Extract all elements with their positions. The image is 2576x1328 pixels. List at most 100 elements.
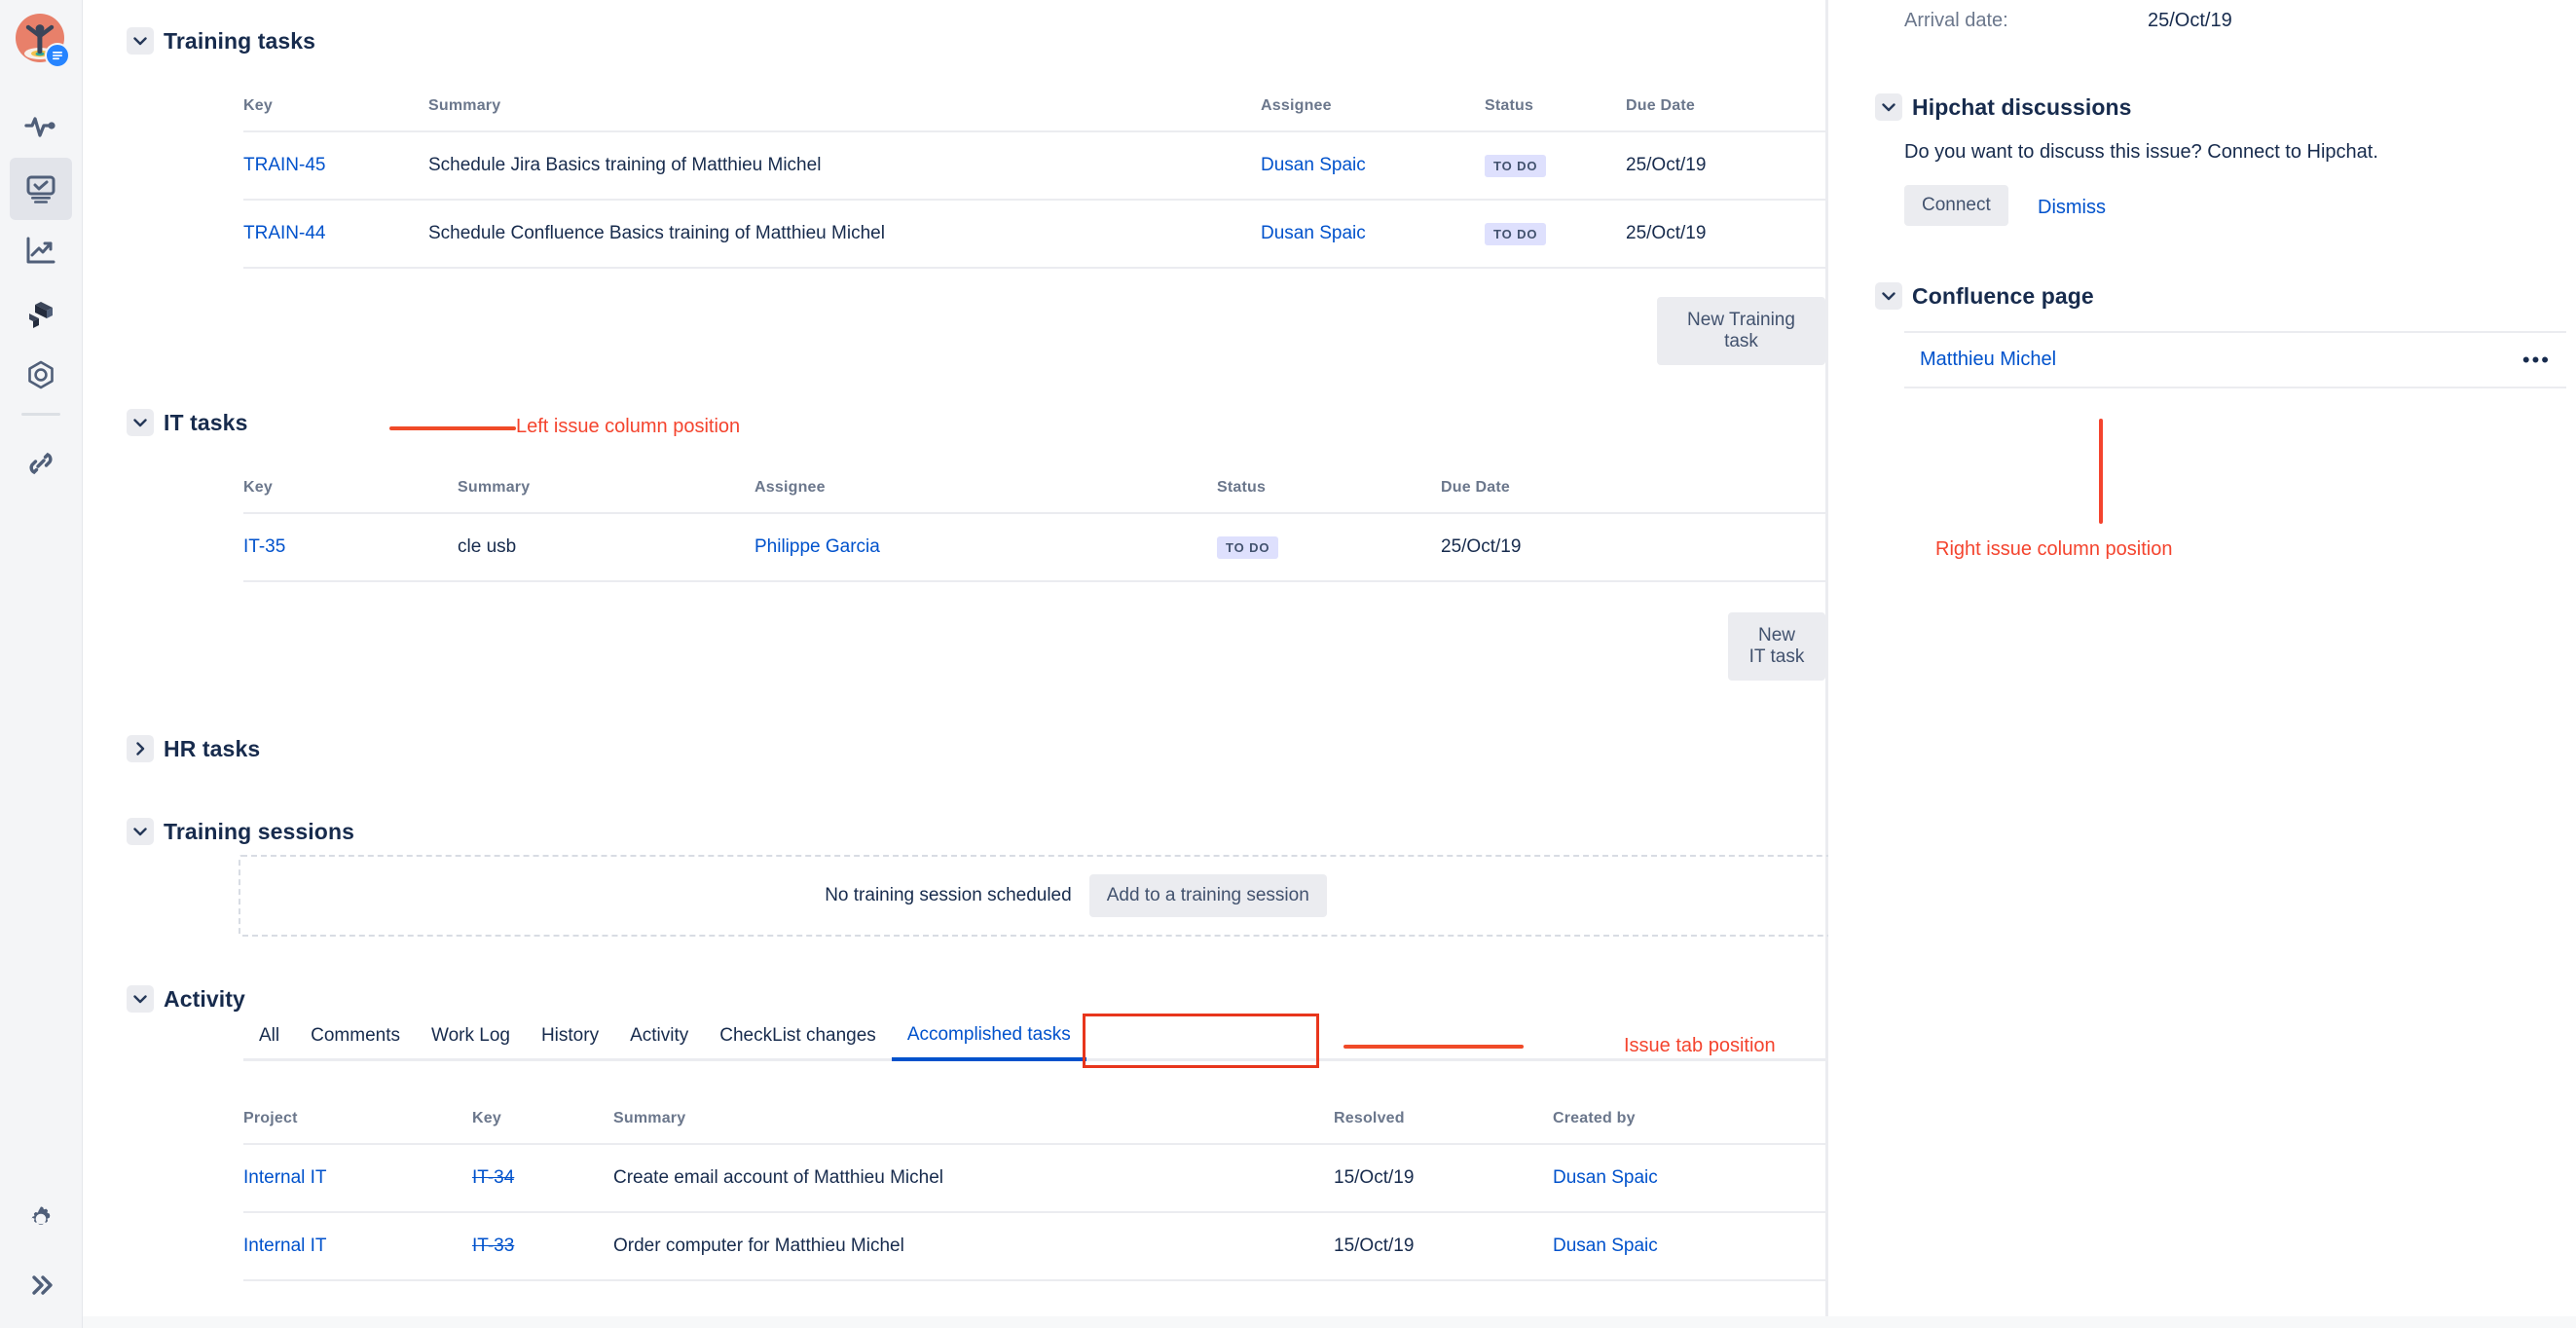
- table-row: IT-35 cle usb Philippe Garcia TO DO 25/O…: [243, 512, 1913, 582]
- due-date: 25/Oct/19: [1626, 223, 1707, 243]
- tab-checklist-changes[interactable]: CheckList changes: [704, 1019, 892, 1058]
- section-header-hipchat[interactable]: Hipchat discussions: [1875, 93, 2132, 121]
- main-content: Training tasks Key Summary Assignee Stat…: [83, 0, 1913, 1328]
- sidebar-item-board[interactable]: [10, 158, 72, 220]
- section-title: Training sessions: [164, 818, 354, 844]
- col-project: Project: [243, 1110, 298, 1126]
- resolved-date: 15/Oct/19: [1334, 1236, 1415, 1256]
- add-to-training-session-button[interactable]: Add to a training session: [1088, 874, 1327, 917]
- section-header-hr-tasks[interactable]: HR tasks: [127, 735, 260, 762]
- left-sidebar-rail: [0, 0, 83, 1328]
- section-title: Confluence page: [1912, 282, 2094, 309]
- chevron-right-icon[interactable]: [127, 735, 154, 762]
- section-header-it-tasks[interactable]: IT tasks: [127, 409, 247, 436]
- chevron-down-icon[interactable]: [127, 985, 154, 1013]
- sidebar-item-pulse[interactable]: [10, 95, 72, 158]
- section-title: Activity: [164, 985, 245, 1012]
- issue-summary: cle usb: [458, 536, 517, 557]
- col-assignee: Assignee: [754, 479, 826, 496]
- sidebar-item-links[interactable]: [10, 432, 72, 495]
- right-panel: Arrival date: 25/Oct/19 Hipchat discussi…: [1828, 0, 2576, 1328]
- section-title: HR tasks: [164, 735, 261, 761]
- chevron-down-icon[interactable]: [127, 27, 154, 55]
- chevron-down-icon[interactable]: [1875, 282, 1902, 310]
- sidebar-item-goals[interactable]: [10, 345, 72, 407]
- issue-summary: Create email account of Matthieu Michel: [613, 1167, 943, 1188]
- project-link[interactable]: Internal IT: [243, 1236, 327, 1256]
- annotation-line-right-column: [2099, 419, 2103, 524]
- issue-summary: Schedule Jira Basics training of Matthie…: [428, 155, 822, 175]
- table-header-row: Key Summary Assignee Status Due Date: [243, 479, 1913, 513]
- status-badge[interactable]: TO DO: [1485, 154, 1547, 177]
- col-duedate: Due Date: [1626, 97, 1695, 114]
- resolved-date: 15/Oct/19: [1334, 1167, 1415, 1188]
- training-sessions-empty-state: No training session scheduled Add to a t…: [239, 855, 1913, 937]
- section-title: IT tasks: [164, 409, 248, 435]
- created-by-link[interactable]: Dusan Spaic: [1553, 1167, 1658, 1188]
- issue-key-link[interactable]: IT-34: [472, 1167, 514, 1188]
- rail-divider: [21, 413, 60, 416]
- assignee-link[interactable]: Philippe Garcia: [754, 536, 880, 557]
- chevron-down-icon[interactable]: [127, 818, 154, 845]
- col-summary: Summary: [613, 1110, 686, 1126]
- issue-key-link[interactable]: TRAIN-45: [243, 155, 325, 175]
- table-header-row: Key Summary Assignee Status Due Date: [243, 97, 1913, 131]
- section-header-training-sessions[interactable]: Training sessions: [127, 818, 354, 845]
- chevron-down-icon[interactable]: [127, 409, 154, 436]
- tab-activity[interactable]: Activity: [614, 1019, 704, 1058]
- it-tasks-table: Key Summary Assignee Status Due Date IT-…: [243, 479, 1913, 582]
- accomplished-tasks-table: Project Key Summary Resolved Created by …: [243, 1110, 1913, 1281]
- col-key: Key: [243, 479, 273, 496]
- connect-button[interactable]: Connect: [1904, 185, 2008, 226]
- section-header-activity[interactable]: Activity: [127, 985, 245, 1013]
- sidebar-item-workflow[interactable]: [10, 282, 72, 345]
- row-actions-menu[interactable]: •••: [2522, 349, 2551, 371]
- annotation-label-right-column: Right issue column position: [1935, 538, 2173, 560]
- due-date: 25/Oct/19: [1441, 536, 1522, 557]
- status-badge[interactable]: TO DO: [1217, 535, 1279, 559]
- chart-icon: [23, 234, 58, 269]
- sidebar-item-reports[interactable]: [10, 220, 72, 282]
- arrival-date-label: Arrival date:: [1904, 10, 2008, 31]
- issue-key-link[interactable]: TRAIN-44: [243, 223, 325, 243]
- link-icon: [23, 446, 58, 481]
- confluence-page-link[interactable]: Matthieu Michel: [1920, 349, 2056, 371]
- avatar[interactable]: [14, 12, 70, 68]
- section-header-confluence[interactable]: Confluence page: [1875, 282, 2094, 310]
- tab-all[interactable]: All: [243, 1019, 295, 1058]
- col-key: Key: [472, 1110, 501, 1126]
- dismiss-link[interactable]: Dismiss: [2038, 197, 2106, 219]
- tab-work-log[interactable]: Work Log: [416, 1019, 526, 1058]
- col-resolved: Resolved: [1334, 1110, 1405, 1126]
- table-row: Internal IT IT-33 Order computer for Mat…: [243, 1211, 1913, 1281]
- assignee-link[interactable]: Dusan Spaic: [1261, 223, 1366, 243]
- status-badge[interactable]: TO DO: [1485, 222, 1547, 245]
- section-header-training-tasks[interactable]: Training tasks: [127, 27, 315, 55]
- col-summary: Summary: [428, 97, 501, 114]
- tab-comments[interactable]: Comments: [295, 1019, 416, 1058]
- assignee-link[interactable]: Dusan Spaic: [1261, 155, 1366, 175]
- tab-accomplished-tasks[interactable]: Accomplished tasks: [891, 1018, 1086, 1061]
- annotation-box-issue-tab: [1083, 1014, 1319, 1068]
- chevron-down-icon[interactable]: [1875, 93, 1902, 121]
- annotation-line-left-column: [389, 426, 516, 430]
- pulse-icon: [23, 109, 58, 144]
- issue-key-link[interactable]: IT-33: [472, 1236, 514, 1256]
- col-status: Status: [1485, 97, 1534, 114]
- section-title: Hipchat discussions: [1912, 93, 2132, 120]
- col-duedate: Due Date: [1441, 479, 1510, 496]
- new-it-task-button[interactable]: New IT task: [1728, 612, 1825, 681]
- sidebar-item-settings[interactable]: [10, 1188, 72, 1250]
- section-title: Training tasks: [164, 27, 316, 54]
- project-link[interactable]: Internal IT: [243, 1167, 327, 1188]
- sidebar-expand-button[interactable]: [10, 1254, 72, 1316]
- issue-key-link[interactable]: IT-35: [243, 536, 285, 557]
- new-training-task-button[interactable]: New Training task: [1657, 297, 1825, 365]
- issue-summary: Order computer for Matthieu Michel: [613, 1236, 904, 1256]
- confluence-badge-icon: [45, 43, 70, 68]
- double-chevron-right-icon: [26, 1271, 55, 1300]
- created-by-link[interactable]: Dusan Spaic: [1553, 1236, 1658, 1256]
- tab-history[interactable]: History: [526, 1019, 614, 1058]
- col-status: Status: [1217, 479, 1267, 496]
- table-row: TRAIN-44 Schedule Confluence Basics trai…: [243, 199, 1913, 269]
